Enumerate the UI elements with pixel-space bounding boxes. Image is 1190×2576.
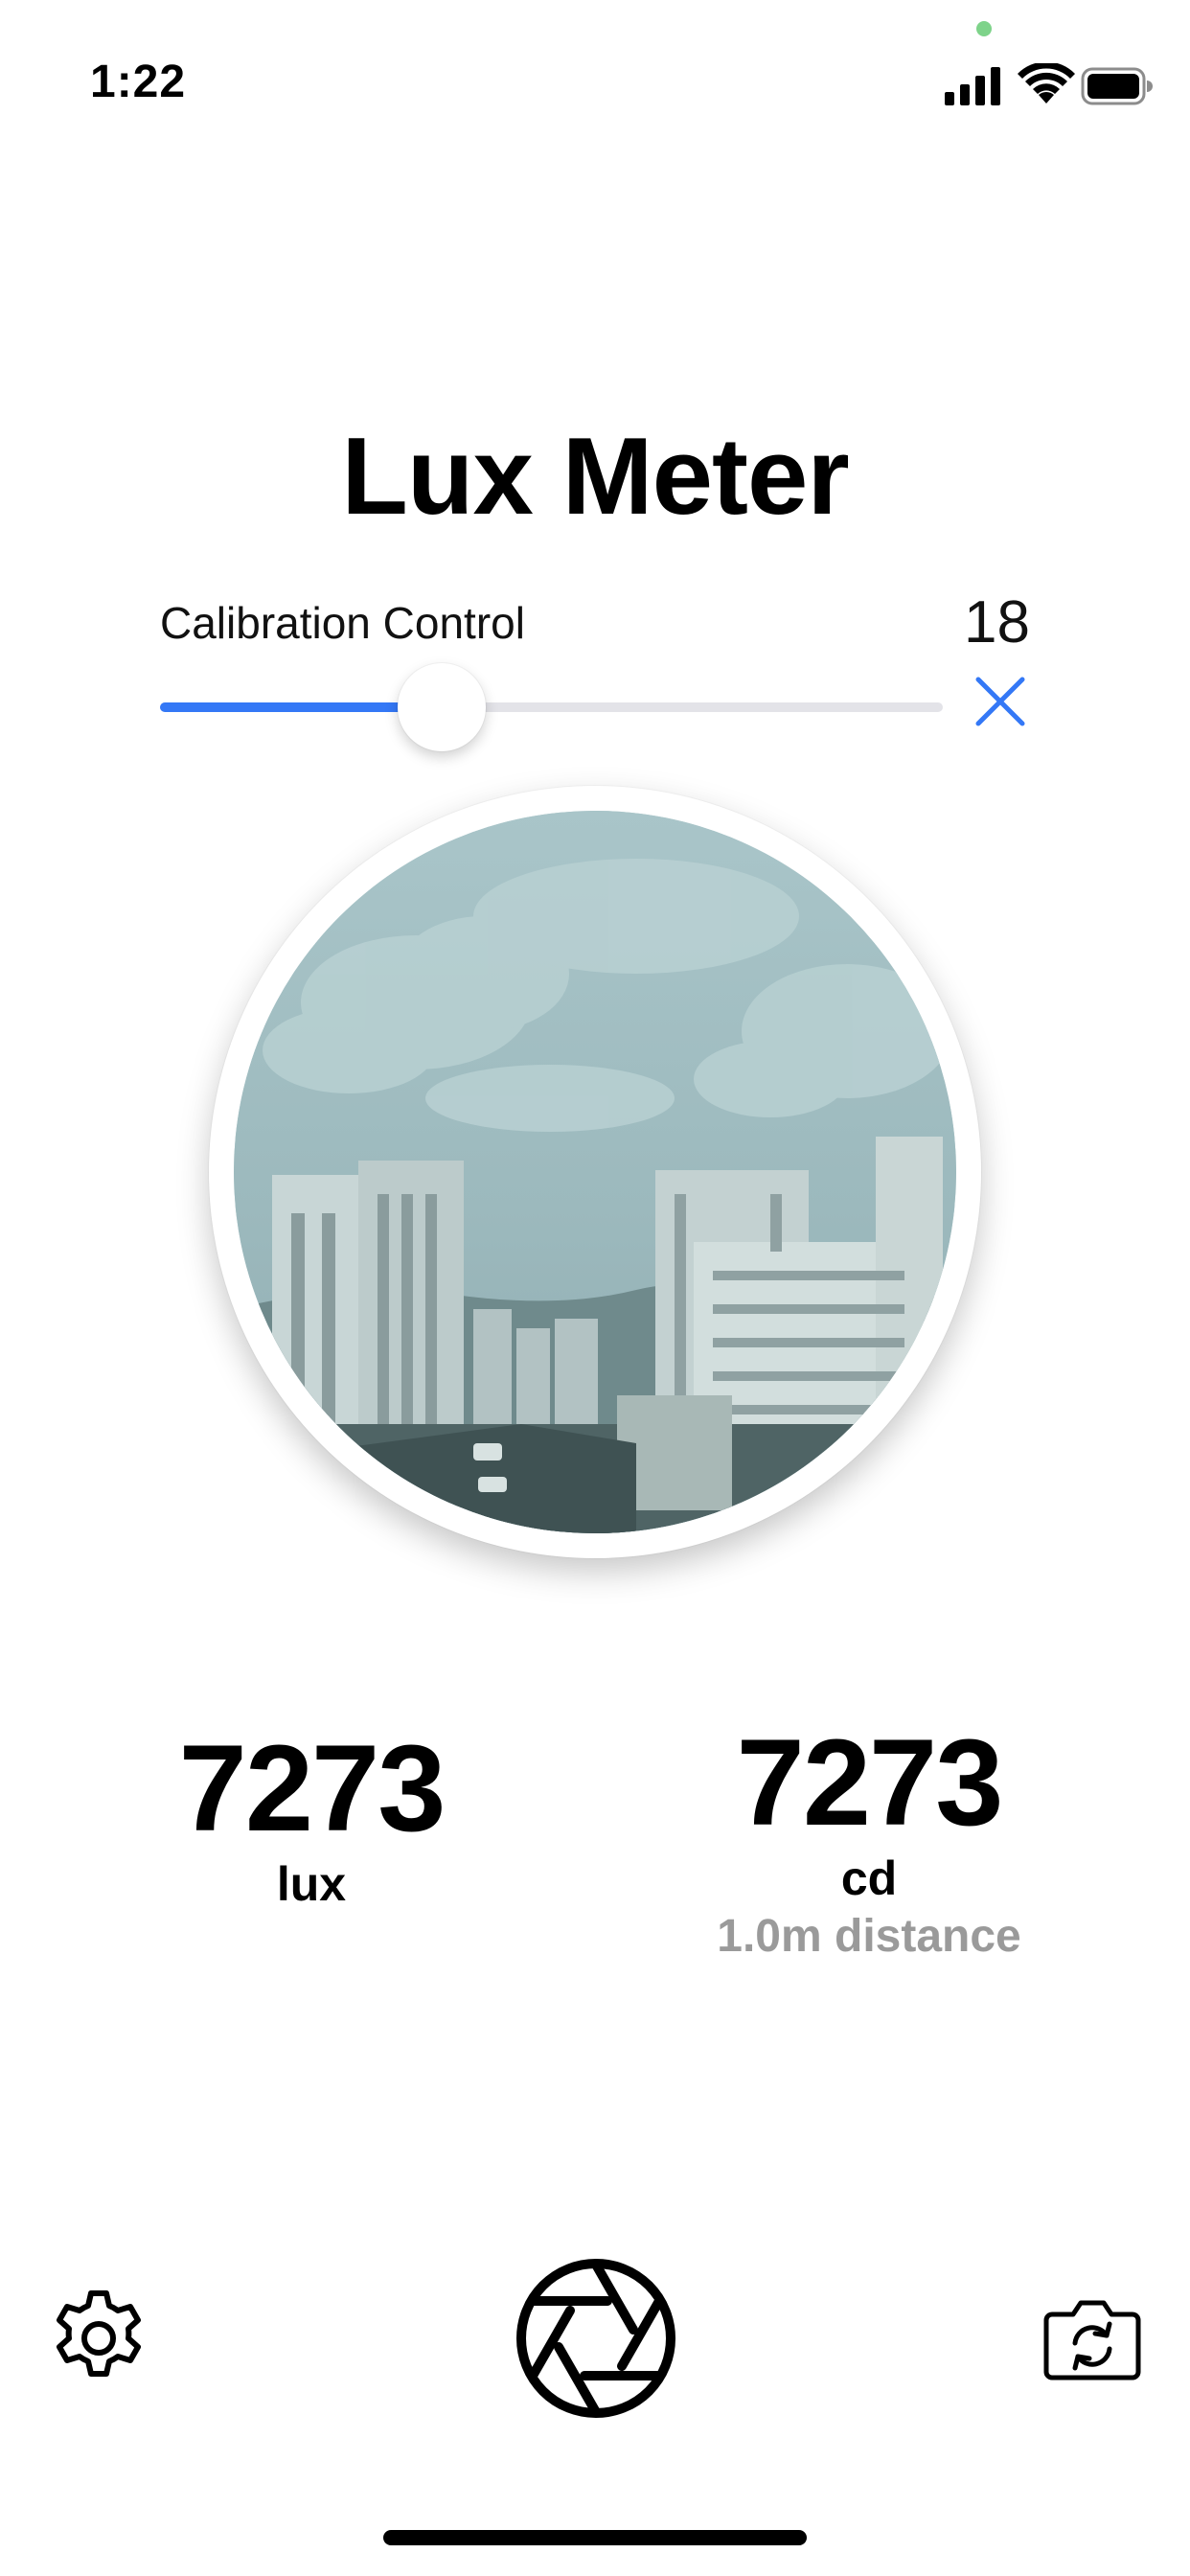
lux-value: 7273 bbox=[178, 1720, 446, 1857]
home-indicator[interactable] bbox=[383, 2530, 807, 2545]
cellular-signal-icon bbox=[945, 67, 1000, 105]
candela-value: 7273 bbox=[736, 1714, 1004, 1852]
status-time: 1:22 bbox=[90, 57, 187, 107]
lux-unit: lux bbox=[276, 1857, 347, 1911]
calibration-value: 18 bbox=[964, 589, 1030, 656]
close-icon[interactable] bbox=[974, 676, 1026, 727]
wifi-icon bbox=[1018, 63, 1075, 104]
status-icons bbox=[945, 63, 1153, 105]
camera-preview-image bbox=[234, 811, 956, 1533]
calibration-slider[interactable] bbox=[160, 663, 943, 751]
page-title: Lux Meter bbox=[341, 416, 849, 538]
distance-label: 1.0m distance bbox=[717, 1911, 1021, 1962]
candela-unit: cd bbox=[840, 1852, 898, 1905]
gear-icon[interactable] bbox=[48, 2288, 149, 2389]
calibration-label: Calibration Control bbox=[160, 598, 525, 648]
microphone-indicator bbox=[976, 21, 992, 36]
candela-reading: 7273 cd 1.0m distance bbox=[677, 1722, 1061, 1963]
camera-preview bbox=[234, 811, 956, 1533]
battery-icon bbox=[1081, 67, 1153, 105]
status-bar: 1:22 bbox=[0, 0, 1190, 134]
camera-flip-icon[interactable] bbox=[1042, 2295, 1142, 2383]
camera-preview-frame bbox=[209, 786, 981, 1558]
slider-thumb[interactable] bbox=[398, 663, 487, 751]
aperture-icon[interactable] bbox=[515, 2257, 677, 2420]
lux-reading: 7273 lux bbox=[120, 1728, 503, 1912]
